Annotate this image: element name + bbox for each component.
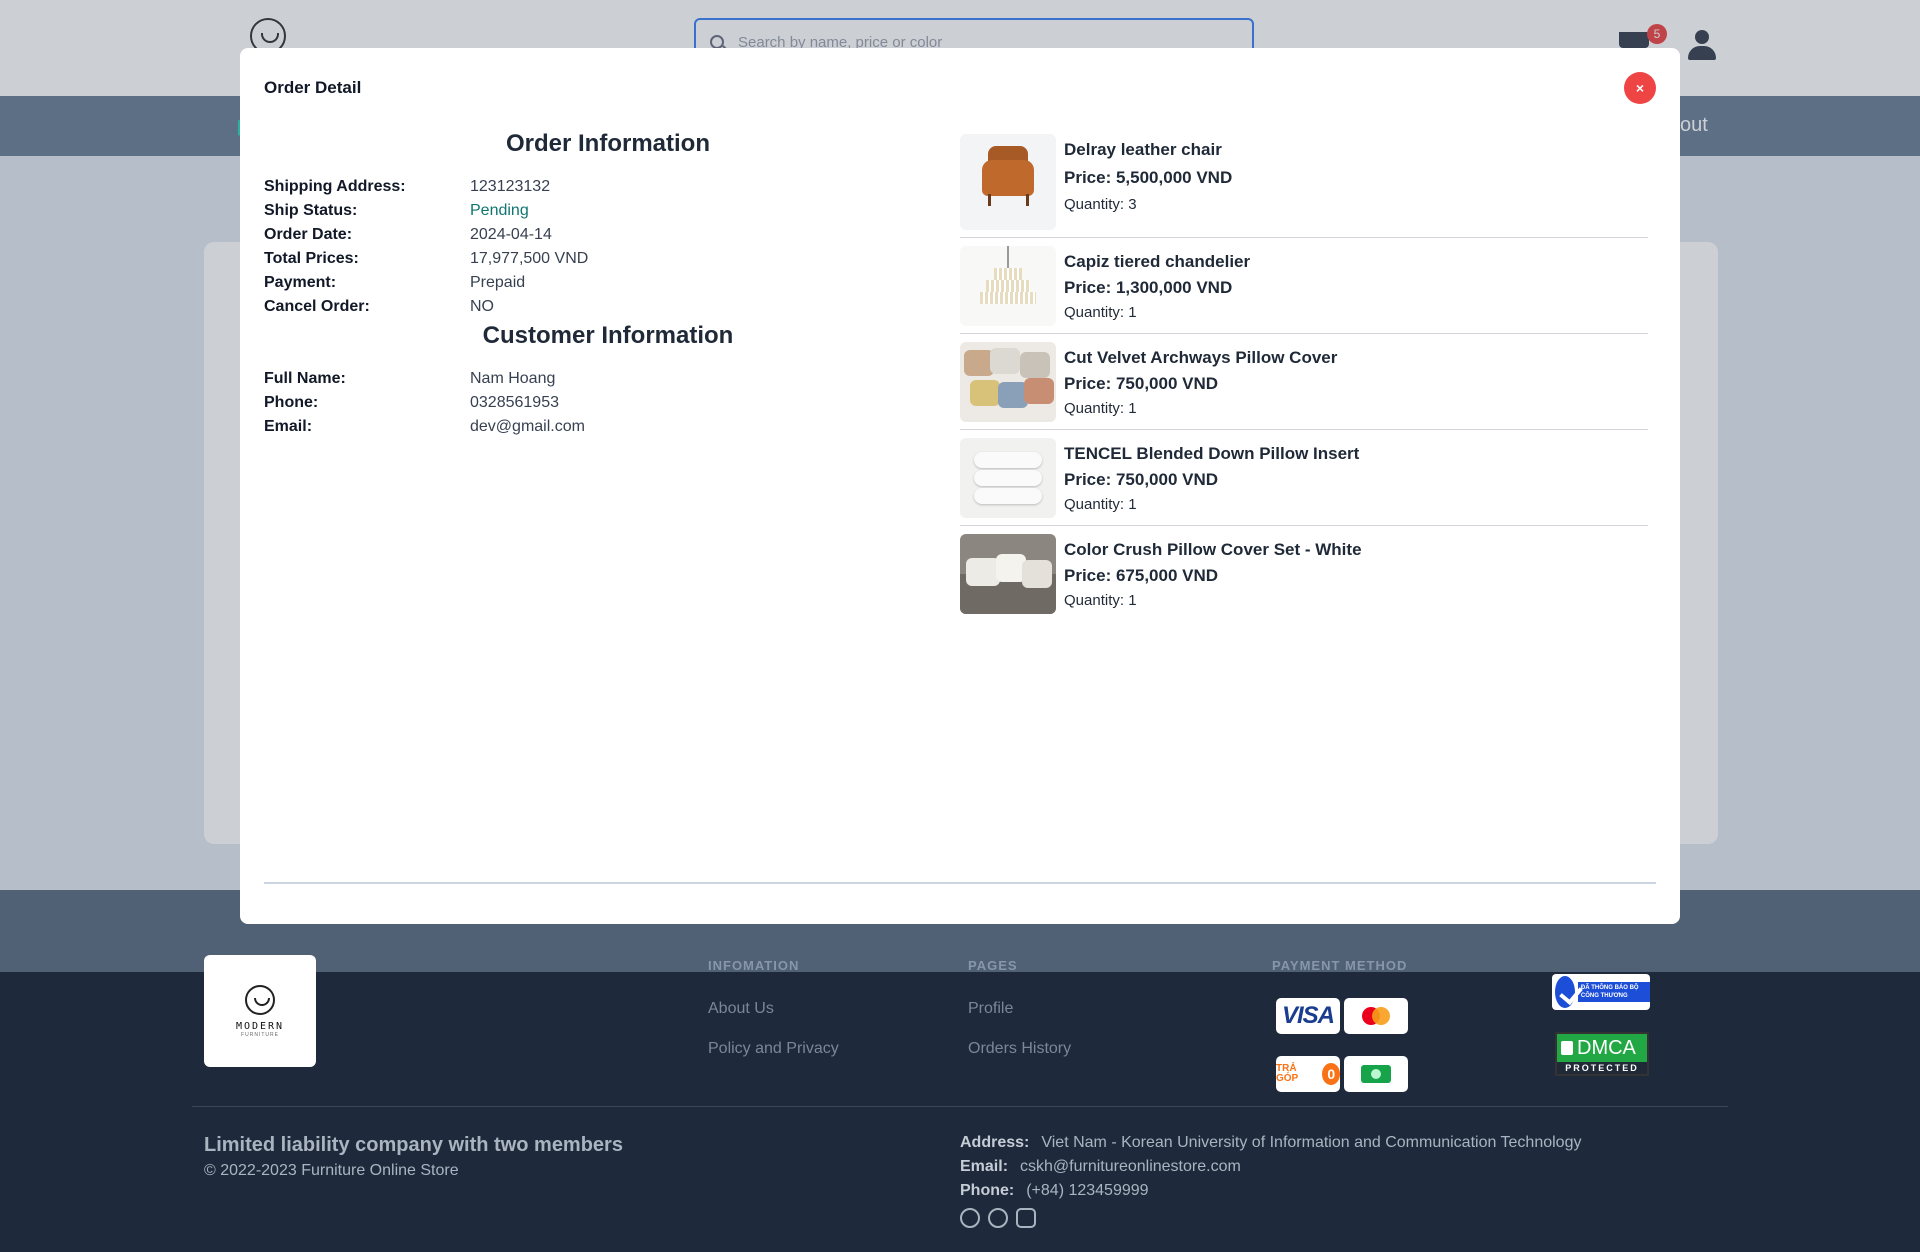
product-name: Cut Velvet Archways Pillow Cover (1064, 348, 1338, 367)
footer-phone: Phone: (+84) 123459999 (960, 1182, 1149, 1199)
order-products-list: Delray leather chair Price: 5,500,000 VN… (960, 134, 1648, 630)
footer-email: Email: cskh@furnitureonlinestore.com (960, 1158, 1241, 1175)
info-row-total-prices: Total Prices: 17,977,500 VND (264, 250, 589, 267)
ministry-notice-badge[interactable]: ĐÃ THÔNG BÁO BỘ CÔNG THƯƠNG (1552, 974, 1650, 1010)
logo-mark-icon (245, 984, 275, 1015)
messenger-icon[interactable] (988, 1208, 1008, 1228)
info-row-email: Email: dev@gmail.com (264, 418, 585, 435)
product-image-chair (960, 134, 1056, 230)
footer-divider (192, 1106, 1728, 1107)
modal-title: Order Detail (264, 78, 362, 97)
check-badge-icon (1555, 976, 1575, 1008)
mastercard-icon (1344, 998, 1408, 1034)
product-quantity: Quantity: 1 (1064, 592, 1137, 609)
installment-icon: TRẢ GÓP 0 (1276, 1056, 1340, 1092)
product-quantity: Quantity: 1 (1064, 400, 1137, 417)
social-links (960, 1208, 1036, 1228)
product-quantity: Quantity: 1 (1064, 304, 1137, 321)
product-name: Capiz tiered chandelier (1064, 252, 1251, 271)
list-item[interactable]: Cut Velvet Archways Pillow Cover Price: … (960, 342, 1648, 430)
product-price: Price: 5,500,000 VND (1064, 168, 1233, 187)
installment-zero: 0 (1322, 1063, 1340, 1085)
instagram-icon[interactable] (1016, 1208, 1036, 1228)
company-name: Limited liability company with two membe… (204, 1134, 623, 1156)
list-item[interactable]: Color Crush Pillow Cover Set - White Pri… (960, 534, 1648, 622)
list-item[interactable]: Capiz tiered chandelier Price: 1,300,000… (960, 246, 1648, 334)
product-quantity: Quantity: 1 (1064, 496, 1137, 513)
footer-link-about-us[interactable]: About Us (708, 1000, 774, 1018)
dmca-sub-label: PROTECTED (1565, 1063, 1639, 1073)
footer-link-policy[interactable]: Policy and Privacy (708, 1040, 839, 1058)
product-price: Price: 750,000 VND (1064, 470, 1219, 489)
footer-link-profile[interactable]: Profile (968, 1000, 1013, 1018)
info-row-cancel-order: Cancel Order: NO (264, 298, 494, 315)
ministry-notice-label: ĐÃ THÔNG BÁO BỘ CÔNG THƯƠNG (1577, 982, 1650, 1002)
modal-footer-divider (264, 882, 1656, 884)
list-item[interactable]: TENCEL Blended Down Pillow Insert Price:… (960, 438, 1648, 526)
order-information-heading: Order Information (505, 130, 710, 157)
dmca-label: DMCA (1577, 1036, 1636, 1059)
visa-label: VISA (1281, 1002, 1335, 1029)
customer-information-heading: Customer Information (482, 322, 734, 349)
close-button[interactable]: × (1624, 72, 1656, 104)
copyright: © 2022-2023 Furniture Online Store (204, 1162, 459, 1179)
installment-label: TRẢ GÓP (1276, 1063, 1299, 1084)
product-image-chandelier (960, 246, 1056, 326)
product-price: Price: 675,000 VND (1064, 566, 1219, 585)
lock-icon (1561, 1041, 1573, 1055)
info-row-full-name: Full Name: Nam Hoang (264, 370, 556, 387)
dmca-badge[interactable]: DMCA PROTECTED (1555, 1032, 1649, 1076)
info-row-shipping-address: Shipping Address: 123123132 (264, 178, 551, 195)
ship-status-value: Pending (470, 202, 529, 219)
product-name: Delray leather chair (1064, 140, 1222, 159)
info-row-phone: Phone: 0328561953 (264, 394, 559, 411)
footer-address: Address: Viet Nam - Korean University of … (960, 1134, 1582, 1151)
product-quantity: Quantity: 3 (1064, 196, 1137, 213)
product-price: Price: 1,300,000 VND (1064, 278, 1233, 297)
footer-logo-sub: FURNITURE (241, 1031, 279, 1038)
footer-information-heading: INFOMATION (708, 958, 800, 973)
product-image-pillow-set (960, 534, 1056, 614)
info-row-payment: Payment: Prepaid (264, 274, 526, 291)
cash-icon (1344, 1056, 1408, 1092)
product-price: Price: 750,000 VND (1064, 374, 1219, 393)
list-item[interactable]: Delray leather chair Price: 5,500,000 VN… (960, 134, 1648, 238)
product-name: Color Crush Pillow Cover Set - White (1064, 540, 1362, 559)
footer-logo: MODERN FURNITURE (204, 955, 316, 1067)
footer-link-orders-history[interactable]: Orders History (968, 1040, 1071, 1058)
info-row-order-date: Order Date: 2024-04-14 (264, 226, 552, 243)
visa-icon: VISA (1276, 998, 1340, 1034)
info-row-ship-status: Ship Status: Pending (264, 202, 529, 219)
facebook-icon[interactable] (960, 1208, 980, 1228)
product-name: TENCEL Blended Down Pillow Insert (1064, 444, 1360, 463)
product-image-pillow-insert (960, 438, 1056, 518)
footer-payment-heading: PAYMENT METHOD (1272, 958, 1408, 973)
footer-pages-heading: PAGES (968, 958, 1018, 973)
product-image-pillow-cover (960, 342, 1056, 422)
footer-logo-brand: MODERN (235, 1020, 285, 1032)
order-detail-modal: Order Detail × Order Information Shippin… (240, 48, 1680, 924)
